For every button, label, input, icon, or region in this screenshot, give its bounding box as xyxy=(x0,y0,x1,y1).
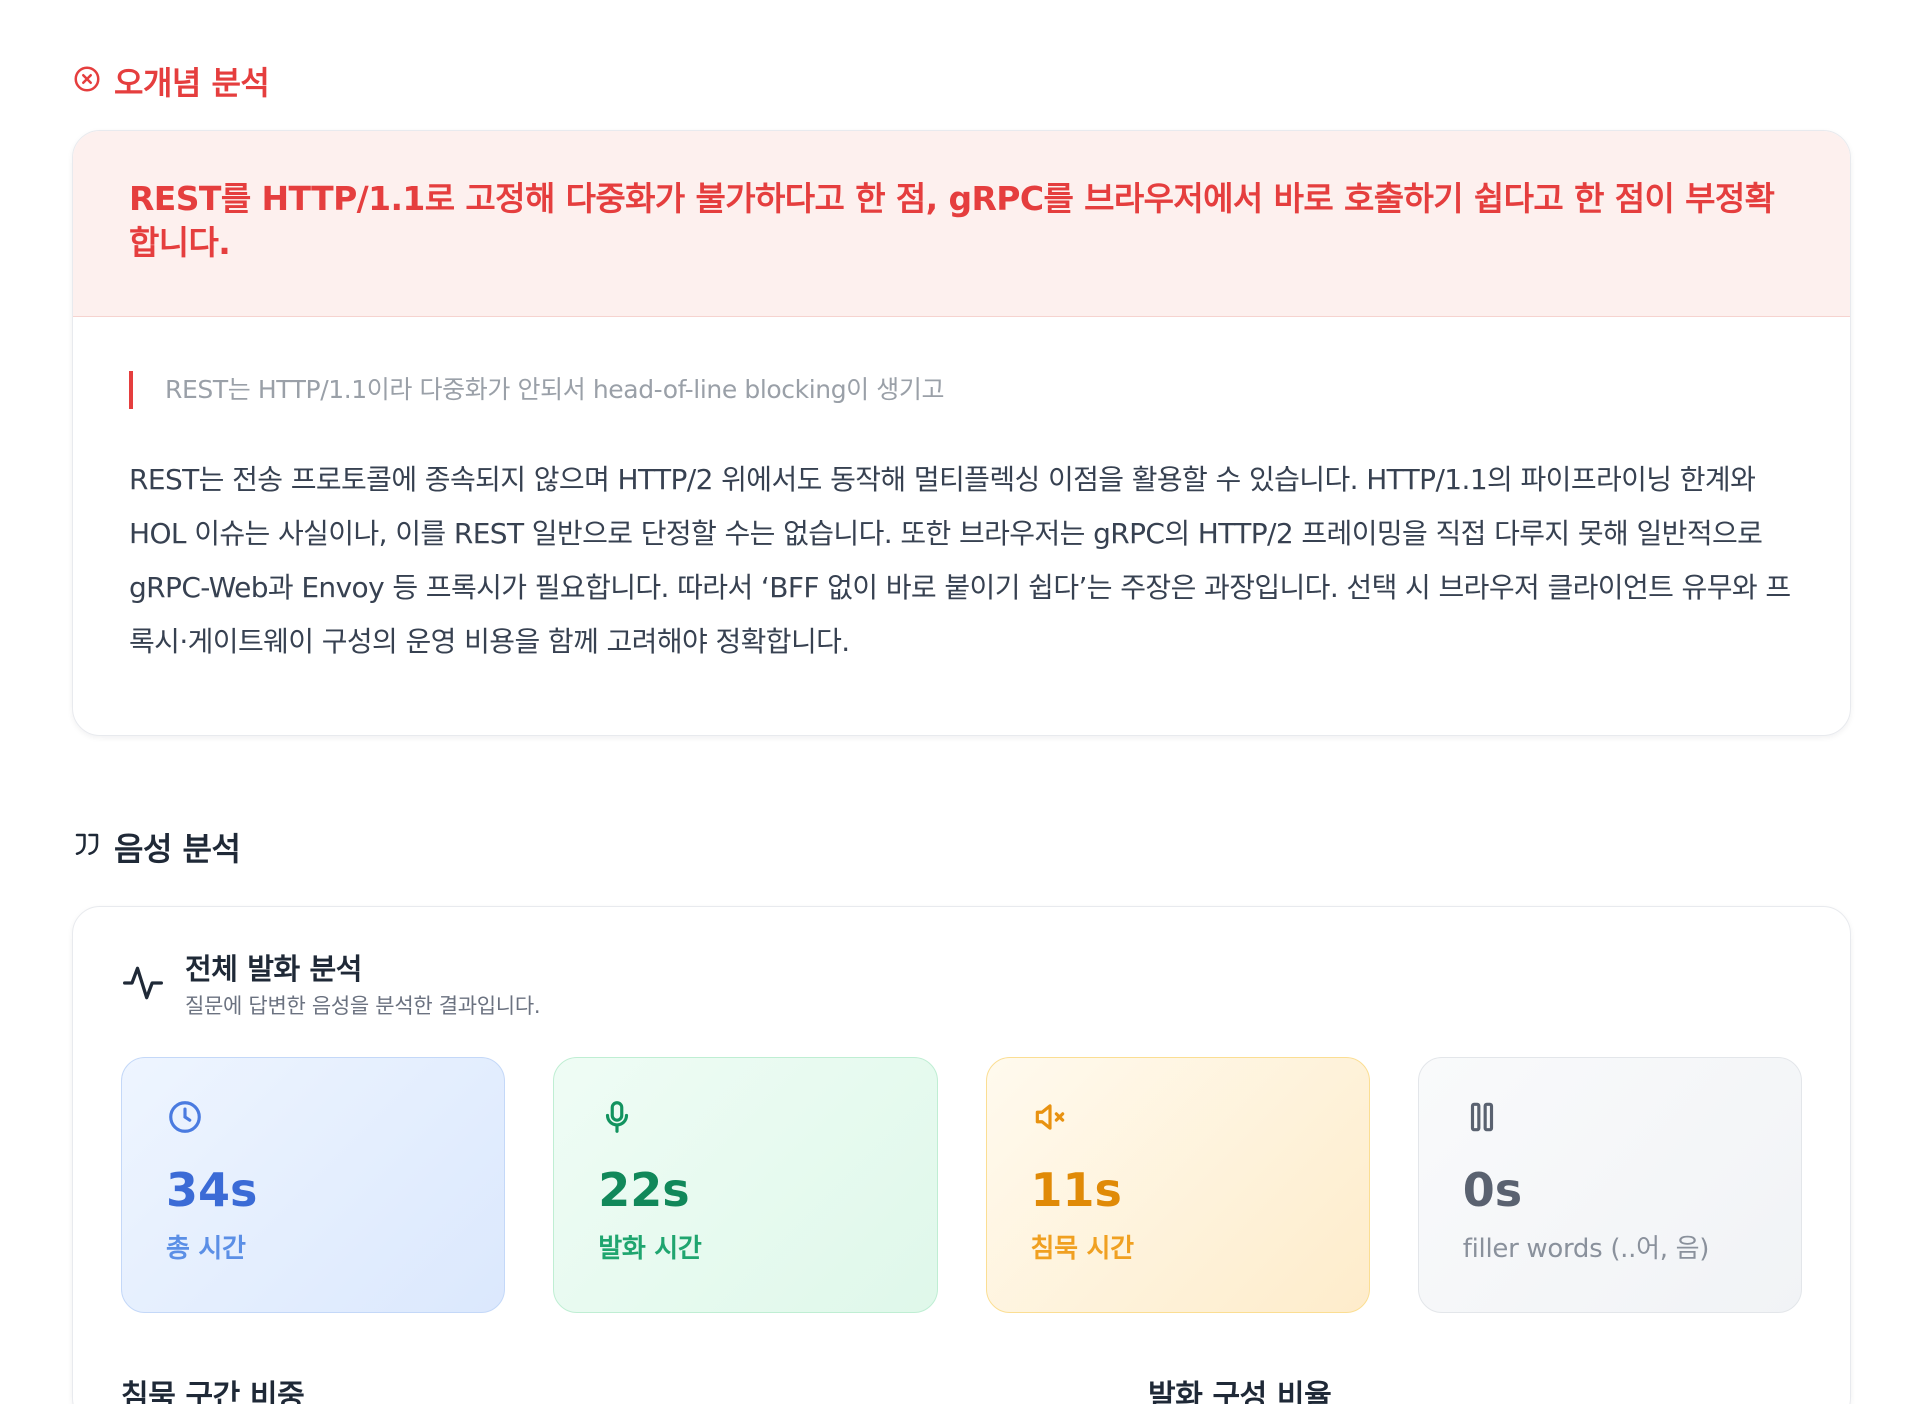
stat-speech-time-label: 발화 시간 xyxy=(598,1234,702,1264)
circle-x-icon xyxy=(72,64,102,98)
pause-icon xyxy=(1463,1102,1501,1140)
misconception-summary-panel: REST를 HTTP/1.1로 고정해 다중화가 불가하다고 한 점, gRPC… xyxy=(73,131,1850,317)
voice-subsection-headers: 침묵 구간 비중 발화 구성 비율 xyxy=(121,1371,1802,1404)
quote-icon xyxy=(72,830,102,864)
stat-total-time-label: 총 시간 xyxy=(166,1234,246,1264)
misconception-explanation: REST는 전송 프로토콜에 종속되지 않으며 HTTP/2 위에서도 동작해 … xyxy=(129,463,1791,658)
answer-quote: REST는 HTTP/1.1이라 다중화가 안되서 head-of-line b… xyxy=(129,371,1794,409)
voice-section-header: 음성 분석 xyxy=(72,824,1851,870)
silence-ratio-title: 침묵 구간 비중 xyxy=(121,1379,305,1404)
stat-silence-time-value: 11s xyxy=(1030,1163,1122,1217)
microphone-icon xyxy=(598,1101,636,1140)
stat-total-time: 34s 총 시간 xyxy=(121,1057,506,1313)
stat-silence-time-label: 침묵 시간 xyxy=(1030,1234,1135,1264)
voice-card-title: 전체 발화 분석 xyxy=(185,952,363,986)
stat-speech-time: 22s 발화 시간 xyxy=(553,1057,938,1313)
activity-icon xyxy=(121,961,165,1009)
stat-total-time-value: 34s xyxy=(166,1163,258,1217)
misconception-detail: REST는 HTTP/1.1이라 다중화가 안되서 head-of-line b… xyxy=(73,317,1850,669)
page: 오개념 분석 REST를 HTTP/1.1로 고정해 다중화가 불가하다고 한 … xyxy=(0,0,1923,1404)
speech-composition-title: 발화 구성 비율 xyxy=(1148,1379,1332,1404)
misconception-section-header: 오개념 분석 xyxy=(72,0,1851,104)
misconception-section-title: 오개념 분석 xyxy=(114,64,270,102)
stat-speech-time-value: 22s xyxy=(598,1163,690,1217)
stat-filler-words-label: filler words (..어, 음) xyxy=(1462,1234,1710,1264)
voice-card-subtitle: 질문에 답변한 음성을 분석한 결과입니다. xyxy=(185,994,541,1018)
stat-filler-words-value: 0s xyxy=(1462,1163,1523,1217)
voice-section-title: 음성 분석 xyxy=(114,830,241,868)
voice-stats: 34s 총 시간 22s 발화 시간 11s 침묵 시간 0s filler w… xyxy=(121,1057,1802,1313)
stat-filler-words: 0s filler words (..어, 음) xyxy=(1417,1057,1802,1313)
voice-analysis-card: 전체 발화 분석 질문에 답변한 음성을 분석한 결과입니다. 34s 총 시간 xyxy=(72,906,1851,1404)
speaker-muted-icon xyxy=(1031,1104,1069,1140)
clock-icon xyxy=(166,1101,204,1140)
voice-card-header: 전체 발화 분석 질문에 답변한 음성을 분석한 결과입니다. xyxy=(121,949,1802,1021)
misconception-summary: REST를 HTTP/1.1로 고정해 다중화가 불가하다고 한 점, gRPC… xyxy=(129,179,1775,262)
stat-silence-time: 11s 침묵 시간 xyxy=(985,1057,1370,1313)
misconception-card: REST를 HTTP/1.1로 고정해 다중화가 불가하다고 한 점, gRPC… xyxy=(72,130,1851,736)
